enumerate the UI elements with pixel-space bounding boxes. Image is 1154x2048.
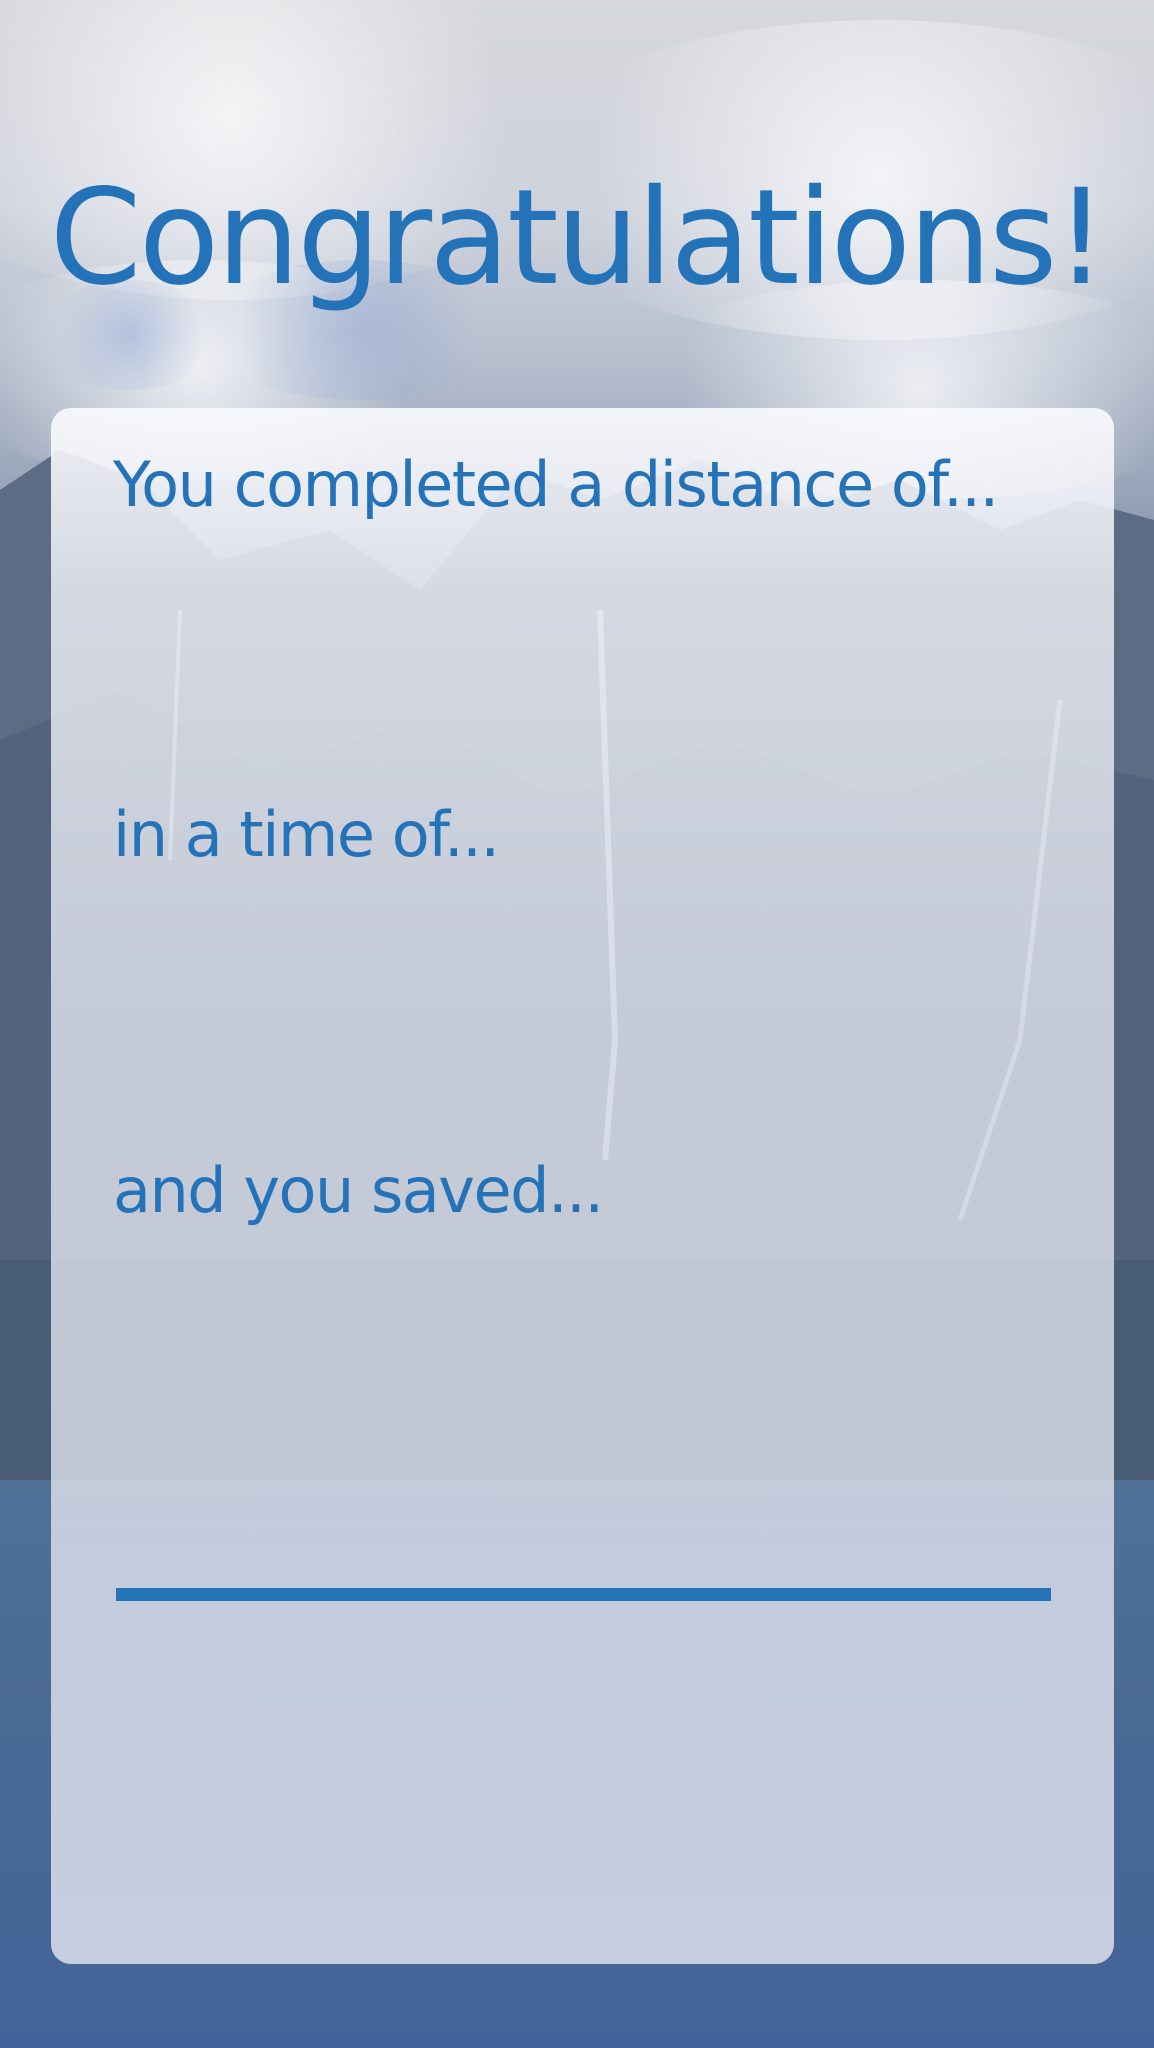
congratulations-screen: Congratulations! You completed a distanc… — [0, 0, 1154, 2048]
divider-line — [116, 1588, 1051, 1601]
congratulations-title: Congratulations! — [49, 161, 1107, 315]
distance-prompt: You completed a distance of... — [113, 448, 999, 521]
time-prompt: in a time of... — [113, 798, 500, 871]
results-card: You completed a distance of... in a time… — [51, 408, 1114, 1964]
saved-prompt: and you saved... — [113, 1154, 604, 1227]
